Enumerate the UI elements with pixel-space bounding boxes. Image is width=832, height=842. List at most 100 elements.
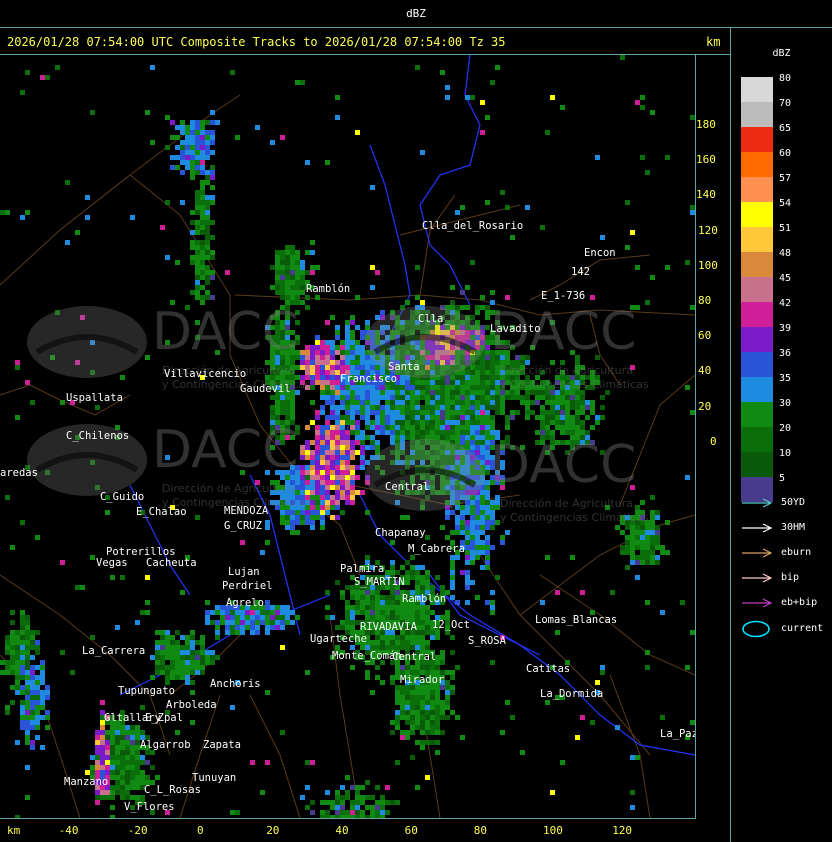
x-tick-label: 100 bbox=[543, 824, 563, 837]
legend-value-label: 57 bbox=[779, 173, 792, 184]
place-label: 142 bbox=[571, 266, 590, 278]
place-label: Monte_Comán bbox=[332, 650, 402, 662]
y-tick-label: 80 bbox=[698, 294, 712, 307]
place-label: 12_Oct bbox=[432, 619, 470, 631]
legend-title: dBZ bbox=[772, 48, 791, 59]
legend-swatch bbox=[741, 402, 773, 427]
place-label: Anchoris bbox=[210, 678, 261, 690]
legend-current-label: current bbox=[781, 623, 824, 634]
watermark-line1: Dirección de Agricultura bbox=[500, 364, 633, 377]
legend-track-50YD: 50YD bbox=[741, 496, 831, 510]
arrow-icon bbox=[742, 523, 773, 533]
place-label: S_ROSA bbox=[468, 635, 506, 647]
place-label: La_Carrera bbox=[82, 645, 146, 657]
place-label: Ramblón bbox=[402, 593, 447, 605]
legend-value-label: 10 bbox=[779, 448, 792, 459]
legend-track-30HM: 30HM bbox=[741, 521, 831, 535]
arrow-icon bbox=[742, 498, 773, 508]
legend-track-bip: bip bbox=[741, 571, 831, 585]
y-tick-label: 60 bbox=[698, 329, 712, 343]
arrow-icon bbox=[742, 598, 773, 608]
legend-track-label: 30HM bbox=[781, 522, 806, 533]
legend-swatch bbox=[741, 377, 773, 402]
watermark-line1: Dirección de Agricultura bbox=[162, 482, 295, 495]
legend-value-label: 60 bbox=[779, 148, 792, 159]
place-label: G_CRUZ bbox=[224, 520, 262, 532]
legend-track-label: 50YD bbox=[781, 497, 806, 508]
place-label: E_Zpal bbox=[145, 712, 183, 724]
place-label: Palmira bbox=[340, 563, 385, 575]
legend-swatch bbox=[741, 452, 773, 477]
dacc-logo-icon bbox=[365, 439, 485, 511]
x-tick-label: 0 bbox=[197, 824, 204, 837]
x-tick-label: 40 bbox=[335, 824, 349, 837]
radar-map[interactable]: DACC Dirección de Agricultura y Contingenc… bbox=[0, 55, 696, 819]
legend-value-label: 54 bbox=[779, 198, 792, 209]
x-axis: km -40 -20 0 20 40 60 80 100 120 bbox=[0, 818, 730, 842]
place-label: S_MARTIN bbox=[354, 576, 405, 588]
place-label: Manzano bbox=[64, 776, 109, 788]
place-label: Perdriel bbox=[222, 580, 273, 592]
y-tick-label: 100 bbox=[698, 258, 718, 272]
legend-swatch bbox=[741, 127, 773, 152]
place-label: Tupungato bbox=[118, 685, 175, 697]
place-label: Santa bbox=[388, 361, 420, 373]
place-label: La_Paz bbox=[660, 728, 696, 740]
legend-track-eburn: eburn bbox=[741, 546, 831, 560]
place-label: C_Chilenos bbox=[66, 430, 130, 442]
legend-value-label: 70 bbox=[779, 98, 792, 109]
y-tick-label: 160 bbox=[696, 153, 716, 167]
ellipse-icon bbox=[742, 620, 770, 638]
arrow-icon bbox=[742, 573, 773, 583]
legend-swatch bbox=[741, 152, 773, 177]
x-tick-label: 60 bbox=[404, 824, 418, 837]
legend-swatch bbox=[741, 77, 773, 102]
y-tick-label: 120 bbox=[698, 223, 718, 237]
legend-swatch bbox=[741, 427, 773, 452]
place-label: Catitas bbox=[526, 663, 571, 675]
place-label: Ramblón bbox=[306, 283, 351, 295]
watermark-lower-right: DACC Dirección de Agricultura y Contingenc… bbox=[360, 435, 649, 524]
legend-value-label: 35 bbox=[779, 373, 792, 384]
legend-swatch bbox=[741, 202, 773, 227]
legend-value-label: 36 bbox=[779, 348, 792, 359]
place-label: Algarrob bbox=[140, 739, 191, 751]
y-axis: 180 160 140 120 100 80 60 40 20 0 bbox=[696, 55, 730, 818]
header-unit: km bbox=[706, 35, 721, 49]
legend-panel: dBZ 80 70 65 60 57 54 51 48 45 42 39 36 35 30 20 10 5 50Y… bbox=[731, 28, 832, 842]
place-label: Central bbox=[385, 481, 430, 493]
legend-swatch bbox=[741, 227, 773, 252]
legend-swatch bbox=[741, 277, 773, 302]
legend-track-eb+bip: eb+bip bbox=[741, 596, 831, 610]
place-label: Vegas bbox=[96, 557, 128, 569]
legend-current: current bbox=[741, 620, 831, 640]
x-axis-unit: km bbox=[7, 824, 21, 837]
legend-track-label: eb+bip bbox=[781, 597, 818, 608]
legend-value-label: 30 bbox=[779, 398, 792, 409]
place-label: Clla_ bbox=[418, 313, 450, 325]
x-tick-label: -20 bbox=[127, 824, 148, 837]
x-tick-label: 80 bbox=[473, 824, 488, 837]
legend-value-label: 45 bbox=[779, 273, 792, 284]
watermark-line1: Dirección de Agricultura bbox=[500, 497, 633, 510]
place-label: Cacheuta bbox=[146, 557, 197, 569]
place-label: Ugarteche bbox=[310, 633, 367, 645]
legend-value-label: 39 bbox=[779, 323, 792, 334]
window-title: dBZ bbox=[406, 7, 426, 20]
header-bar: 2026/01/28 07:54:00 UTC Composite Tracks… bbox=[0, 28, 730, 55]
place-label: Lujan bbox=[228, 566, 260, 578]
watermark-upper-left: DACC Dirección de Agricultura y Contingenc… bbox=[22, 302, 311, 391]
legend-value-label: 80 bbox=[779, 73, 792, 84]
header-title: 2026/01/28 07:54:00 UTC Composite Tracks… bbox=[7, 35, 506, 49]
y-tick-label: 140 bbox=[696, 188, 716, 202]
watermark-logo-text: DACC bbox=[152, 420, 299, 480]
place-label: Zapata bbox=[203, 739, 241, 751]
place-label: Tunuyan bbox=[192, 772, 237, 784]
legend-swatch bbox=[741, 302, 773, 327]
legend-swatch bbox=[741, 352, 773, 377]
y-tick-label: 40 bbox=[698, 364, 712, 378]
place-label: Mirador bbox=[400, 674, 445, 686]
y-tick-label: 0 bbox=[710, 434, 717, 448]
y-tick-label: 20 bbox=[698, 399, 712, 413]
window-title-bar: dBZ bbox=[0, 0, 832, 28]
